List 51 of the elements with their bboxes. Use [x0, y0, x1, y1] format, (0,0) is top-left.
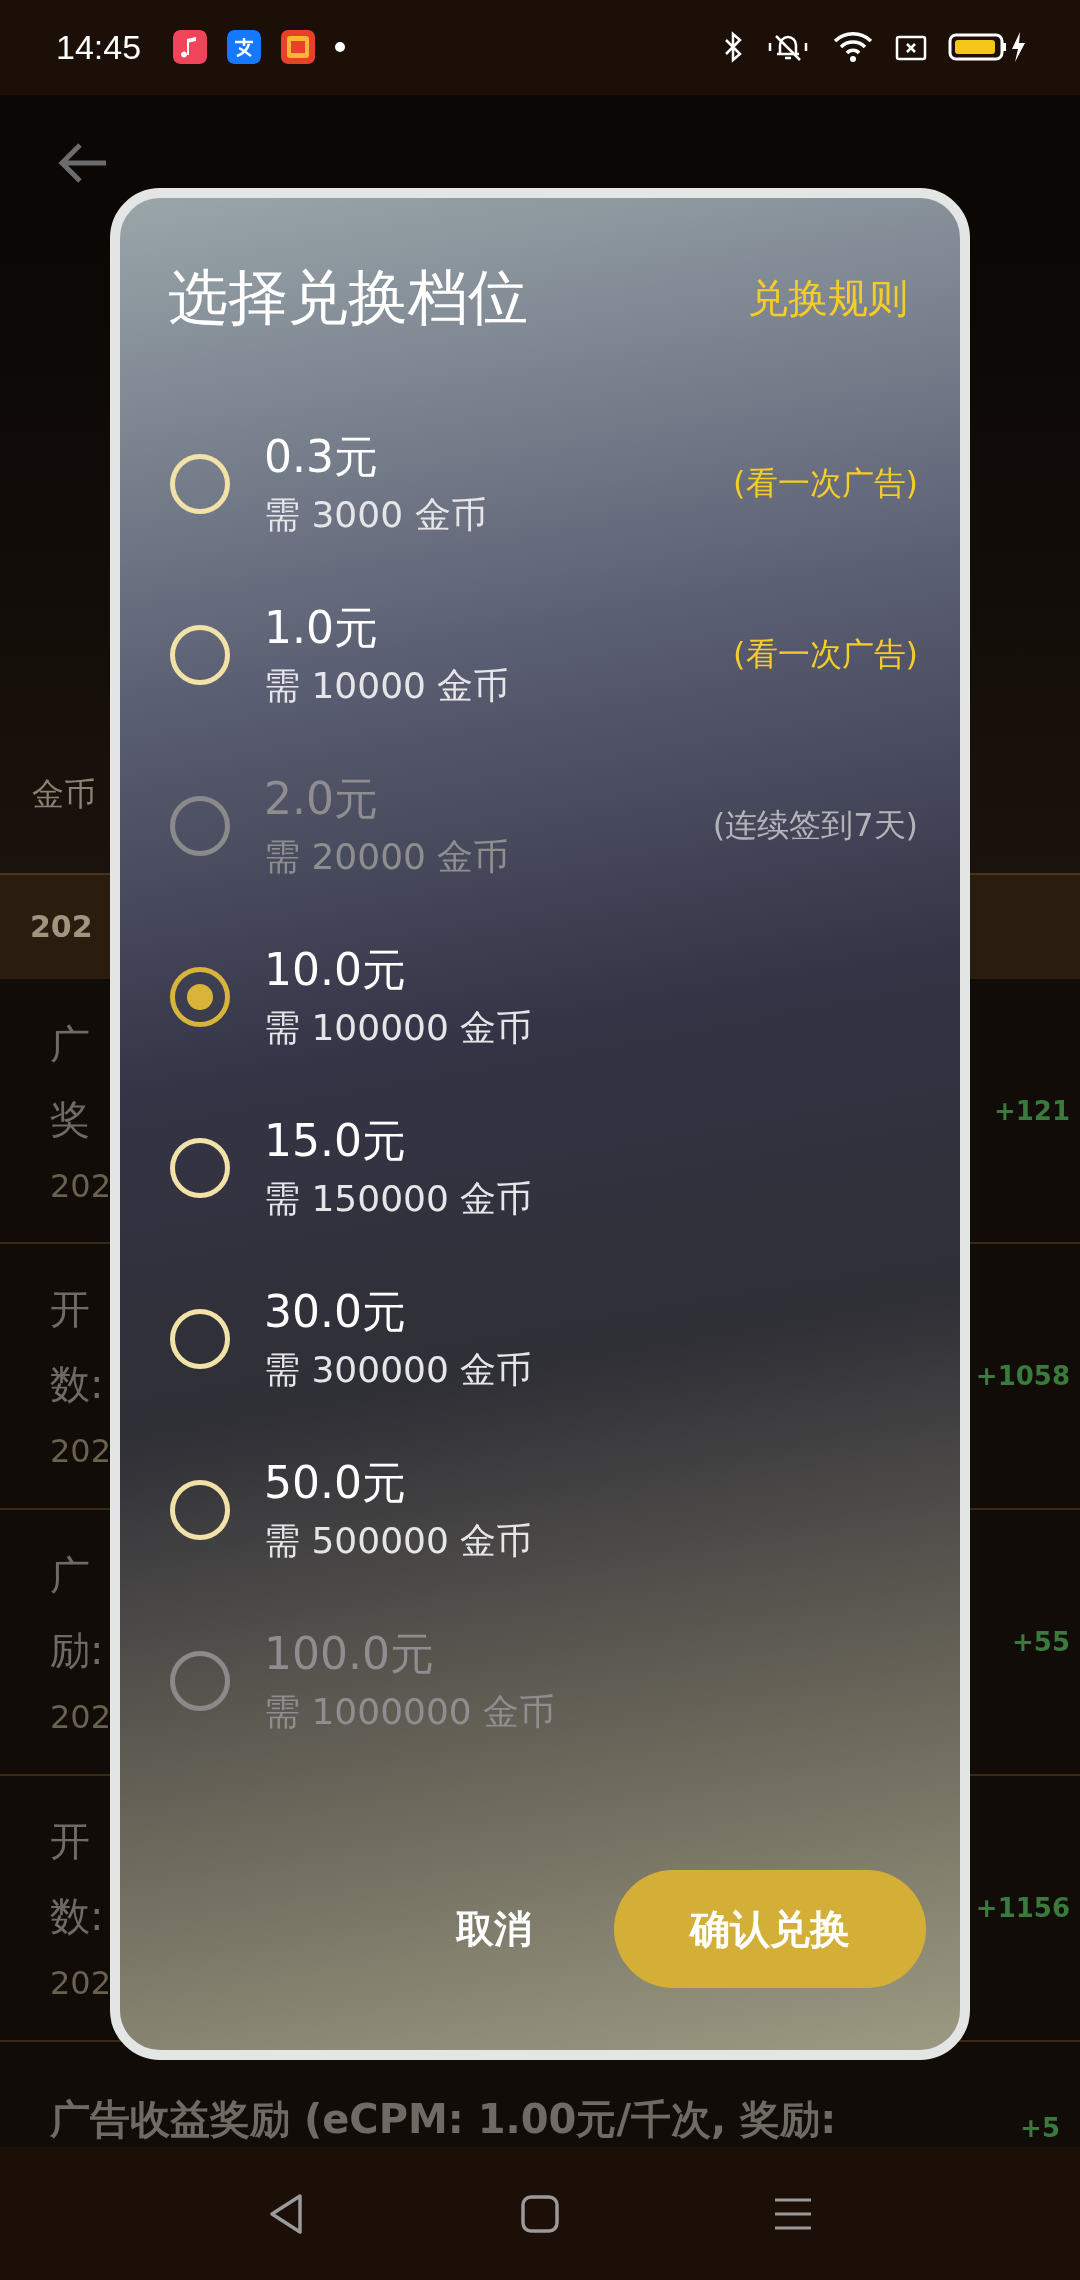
confirm-button[interactable]: 确认兑换 [614, 1870, 926, 1988]
option-amount: 2.0元 [264, 771, 379, 826]
record-title: 励: [50, 1626, 105, 1676]
option-amount: 1.0元 [264, 600, 379, 655]
back-arrow-icon[interactable] [58, 142, 108, 185]
option-requirement: (连续签到7天) [712, 804, 918, 846]
option-amount: 30.0元 [264, 1284, 407, 1339]
payment-app-icon [227, 30, 262, 65]
option-amount: 100.0元 [264, 1626, 435, 1681]
summary-label: 金币 [32, 774, 96, 816]
record-title: 奖 [50, 1094, 91, 1144]
option-cost: 需 10000 金币 [264, 663, 510, 708]
rules-link[interactable]: 兑换规则 [748, 270, 908, 326]
coin-amount: +121 [993, 1095, 1070, 1126]
option-cost: 需 100000 金币 [264, 1005, 533, 1050]
bluetooth-icon [722, 30, 744, 65]
date-header: 202 [30, 909, 93, 945]
option-cost: 需 1000000 金币 [264, 1689, 556, 1734]
record-title: 广 [50, 1551, 91, 1601]
option-cost: 需 20000 金币 [264, 834, 510, 879]
option-cost: 需 150000 金币 [264, 1176, 533, 1221]
clock-time: 14:45 [56, 27, 142, 67]
radio-button[interactable] [170, 966, 230, 1027]
option-amount: 50.0元 [264, 1455, 407, 1510]
record-title: 数: [50, 1360, 105, 1410]
record-title: 开 [50, 1817, 91, 1867]
record-date: 202 [50, 1698, 112, 1737]
dialog-title: 选择兑换档位 [168, 260, 528, 334]
record-date: 202 [50, 1166, 112, 1205]
option-cost: 需 500000 金币 [264, 1518, 533, 1563]
option-cost: 需 3000 金币 [264, 492, 487, 537]
coin-amount: +55 [1012, 1627, 1070, 1658]
option-cost: 需 300000 金币 [264, 1347, 533, 1392]
wifi-icon [832, 30, 874, 65]
record-title: 广 [50, 1019, 91, 1069]
music-note-icon [173, 30, 208, 65]
option-requirement: (看一次广告) [733, 462, 918, 504]
record-title: 开 [50, 1285, 91, 1335]
record-date: 202 [50, 1964, 112, 2003]
coin-amount: +1156 [975, 1893, 1070, 1924]
record-title: 数: [50, 1892, 105, 1942]
coin-amount: +1058 [975, 1361, 1070, 1392]
record-title: 广告收益奖励 (eCPM: 1.00元/千次, 奖励: [50, 2095, 837, 2145]
cancel-button[interactable]: 取消 [446, 1893, 542, 1965]
option-requirement: (看一次广告) [733, 633, 918, 675]
record-date: 202 [50, 1432, 112, 1471]
coin-amount: +5 [1020, 2113, 1060, 2144]
notification-dot [335, 42, 346, 53]
option-amount: 10.0元 [264, 942, 407, 997]
option-amount: 15.0元 [264, 1113, 407, 1168]
option-amount: 0.3元 [264, 429, 379, 484]
